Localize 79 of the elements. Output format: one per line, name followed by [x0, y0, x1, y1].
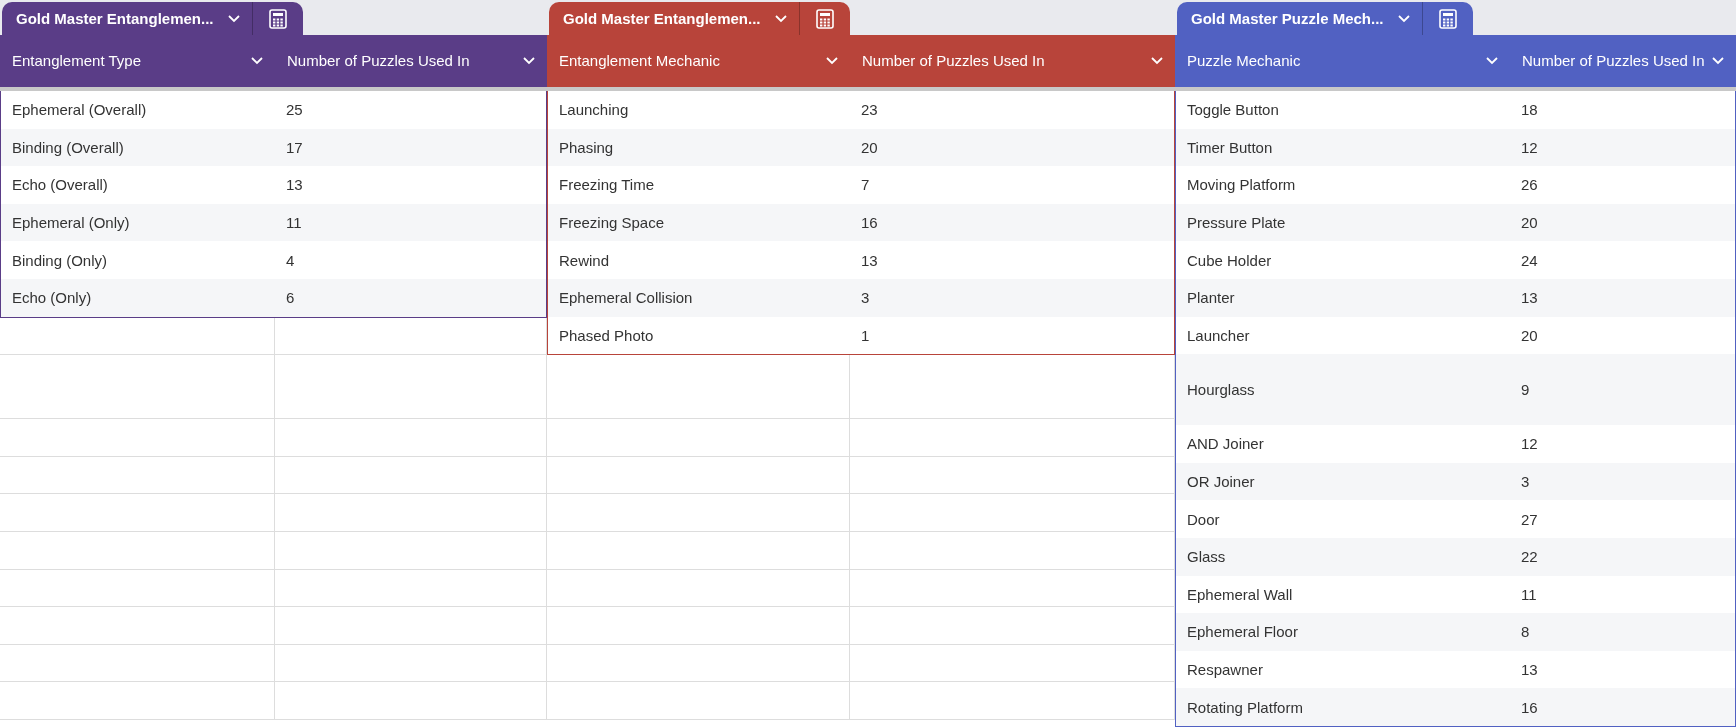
table-cell-text: 11	[1520, 584, 1538, 605]
table-cell-text: Ephemeral Collision	[558, 288, 694, 309]
table-cell-text: 20	[1520, 213, 1539, 234]
table-cell-text: Pressure Plate	[1186, 213, 1287, 234]
table-cell-text: 16	[860, 213, 879, 234]
table-cell-text: Toggle Button	[1186, 100, 1280, 121]
calculator-icon[interactable]	[268, 8, 287, 29]
table-cell-text: 25	[285, 100, 304, 121]
table-cell-text: Planter	[1186, 288, 1236, 309]
chevron-down-icon[interactable]	[1712, 57, 1724, 65]
table-cell-text: Door	[1186, 509, 1221, 530]
column-header[interactable]: Number of Puzzles Used In	[850, 35, 1175, 87]
table-cell-text: Timer Button	[1186, 137, 1274, 158]
table-cell-text: Launcher	[1186, 325, 1251, 346]
table-cell-text: Binding (Only)	[11, 250, 109, 271]
table-cell-text: Binding (Overall)	[11, 137, 125, 158]
table-cell-text: 13	[860, 250, 879, 271]
table-cell-text: Moving Platform	[1186, 175, 1297, 196]
table-cell-text: 17	[285, 137, 304, 158]
table-cell-text: 3	[1520, 472, 1531, 493]
table-cell-text: Hourglass	[1186, 380, 1256, 401]
table-cell-text: Rotating Platform	[1186, 697, 1304, 718]
table-cell-text: 26	[1520, 175, 1539, 196]
table-cell-text: 1	[860, 325, 871, 346]
table-cell-text: AND Joiner	[1186, 434, 1265, 455]
table-cell-text: Glass	[1186, 547, 1227, 568]
table-cell-text: Echo (Overall)	[11, 175, 109, 196]
table-cell-text: Ephemeral Floor	[1186, 622, 1299, 643]
table-cell-text: 13	[1520, 288, 1539, 309]
table-cell-text: Freezing Space	[558, 213, 666, 234]
table-cell-text: Ephemeral (Only)	[11, 213, 131, 234]
table-tab[interactable]: Gold Master Entanglemen...	[2, 2, 303, 35]
table-cell-text: 13	[1520, 660, 1539, 680]
calculator-icon[interactable]	[1438, 8, 1457, 29]
chevron-down-icon[interactable]	[826, 57, 838, 65]
calculator-icon[interactable]	[815, 8, 834, 29]
table-cell-text: 11	[285, 213, 303, 234]
table-cell-text: OR Joiner	[1186, 472, 1256, 493]
chevron-down-icon[interactable]	[251, 57, 263, 65]
table-cell-text: Ephemeral Wall	[1186, 584, 1294, 605]
table-cell-text: 3	[860, 288, 871, 309]
table-cell-text: Ephemeral (Overall)	[11, 100, 148, 121]
column-header[interactable]: Puzzle Mechanic	[1175, 35, 1510, 87]
table-cell-text: Phasing	[558, 137, 615, 158]
table-cell-text: Launching	[558, 100, 630, 121]
table-cell-text: 9	[1520, 380, 1531, 401]
table-cell-text: Cube Holder	[1186, 250, 1273, 271]
table-cell-text: 13	[285, 175, 304, 196]
column-header[interactable]: Number of Puzzles Used In	[275, 35, 547, 87]
table-cell-text: 20	[1520, 325, 1539, 346]
chevron-down-icon[interactable]	[1397, 14, 1410, 23]
table-cell-text: 24	[1520, 250, 1539, 271]
chevron-down-icon[interactable]	[1151, 57, 1163, 65]
table-tab[interactable]: Gold Master Puzzle Mech...	[1177, 2, 1473, 35]
chevron-down-icon[interactable]	[523, 57, 535, 65]
table-cell-text: 16	[1520, 697, 1539, 718]
table-cell-text: Phased Photo	[558, 325, 655, 346]
table-cell-text: 18	[1520, 100, 1539, 121]
table-cell-text: 8	[1520, 622, 1531, 643]
table-cell-text: 23	[860, 100, 879, 121]
table-cell-text: 12	[1520, 137, 1539, 158]
table-cell-text: Echo (Only)	[11, 288, 93, 309]
table-cell-text: 6	[285, 288, 296, 309]
table-cell-text: Freezing Time	[558, 175, 656, 196]
table-cell-text: 12	[1520, 434, 1539, 455]
table-cell-text: 22	[1520, 547, 1539, 568]
column-header[interactable]: Entanglement Mechanic	[547, 35, 850, 87]
table-cell-text: Rewind	[558, 250, 611, 271]
chevron-down-icon[interactable]	[774, 14, 787, 23]
column-header[interactable]: Number of Puzzles Used In	[1510, 35, 1736, 87]
table-tab[interactable]: Gold Master Entanglemen...	[549, 2, 850, 35]
table-cell-text: 27	[1520, 509, 1539, 530]
table-cell-text: 7	[860, 175, 871, 196]
column-header[interactable]: Entanglement Type	[0, 35, 275, 87]
table-cell-text: 20	[860, 137, 879, 158]
table-cell-text: 4	[285, 250, 296, 271]
chevron-down-icon[interactable]	[1486, 57, 1498, 65]
chevron-down-icon[interactable]	[227, 14, 240, 23]
table-cell-text: Respawner	[1186, 660, 1264, 680]
